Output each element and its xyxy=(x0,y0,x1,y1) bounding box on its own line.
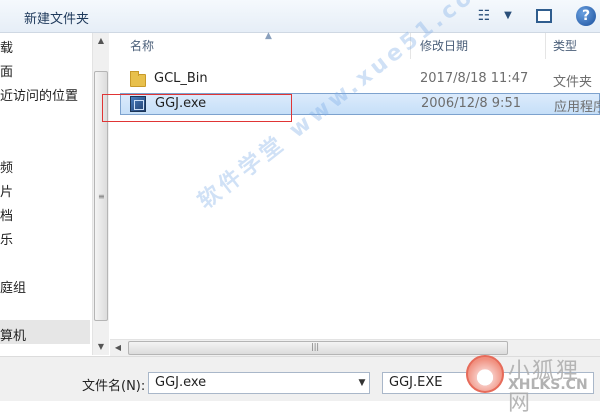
nav-item-desktop[interactable]: 面 xyxy=(0,61,13,80)
file-name-input[interactable]: GGJ.exe xyxy=(148,372,370,394)
folder-icon xyxy=(130,71,146,87)
column-separator[interactable] xyxy=(545,33,546,59)
site-logo: 小狐狸网 XHLKS.CN xyxy=(462,335,592,416)
preview-pane-icon[interactable] xyxy=(536,9,552,23)
scroll-down-arrow-icon[interactable]: ▼ xyxy=(93,339,109,355)
logo-english-text: XHLKS.CN xyxy=(508,377,588,393)
nav-item-videos[interactable]: 频 xyxy=(0,157,13,176)
file-name-label: 文件名(N): xyxy=(82,379,146,394)
fox-logo-icon xyxy=(466,355,504,393)
view-dropdown-arrow-icon[interactable]: ▼ xyxy=(502,7,514,25)
file-modified: 2017/8/18 11:47 xyxy=(420,71,529,86)
nav-item-homegroup[interactable]: 庭组 xyxy=(0,277,26,296)
horizontal-scroll-thumb[interactable]: ||| xyxy=(128,341,508,355)
red-highlight-box xyxy=(102,94,292,122)
toolbar: 新建文件夹 ☷ ▼ ? xyxy=(0,0,600,33)
scroll-grip-icon: ≡ xyxy=(98,192,105,201)
file-type: 文件夹 xyxy=(553,75,593,90)
scroll-left-arrow-icon[interactable]: ◀ xyxy=(110,340,126,356)
scroll-grip-icon: ||| xyxy=(311,342,320,351)
file-modified: 2006/12/8 9:51 xyxy=(421,96,521,111)
nav-item-pictures[interactable]: 片 xyxy=(0,181,13,200)
help-icon[interactable]: ? xyxy=(576,6,596,26)
nav-item-documents[interactable]: 档 xyxy=(0,205,13,224)
navigation-pane: 载 面 近访问的位置 频 片 档 乐 庭组 算机 xyxy=(0,33,92,355)
view-options-icon[interactable]: ☷ xyxy=(476,7,492,25)
column-header-type[interactable]: 类型 xyxy=(553,33,577,59)
nav-vertical-scrollbar[interactable]: ▲ ≡ ▼ xyxy=(92,33,109,355)
nav-item-recent-places[interactable]: 近访问的位置 xyxy=(0,85,78,104)
sort-ascending-icon: ▲ xyxy=(265,31,272,41)
file-name-dropdown-arrow-icon[interactable]: ▼ xyxy=(354,372,370,394)
file-name: GCL_Bin xyxy=(154,71,208,86)
column-header-name[interactable]: 名称 xyxy=(130,33,154,59)
scroll-up-arrow-icon[interactable]: ▲ xyxy=(93,33,109,49)
file-type: 应用程序 xyxy=(554,100,600,115)
new-folder-button[interactable]: 新建文件夹 xyxy=(24,8,89,27)
nav-item-music[interactable]: 乐 xyxy=(0,229,13,248)
nav-item-computer[interactable]: 算机 xyxy=(0,325,26,344)
nav-item-downloads[interactable]: 载 xyxy=(0,37,13,56)
